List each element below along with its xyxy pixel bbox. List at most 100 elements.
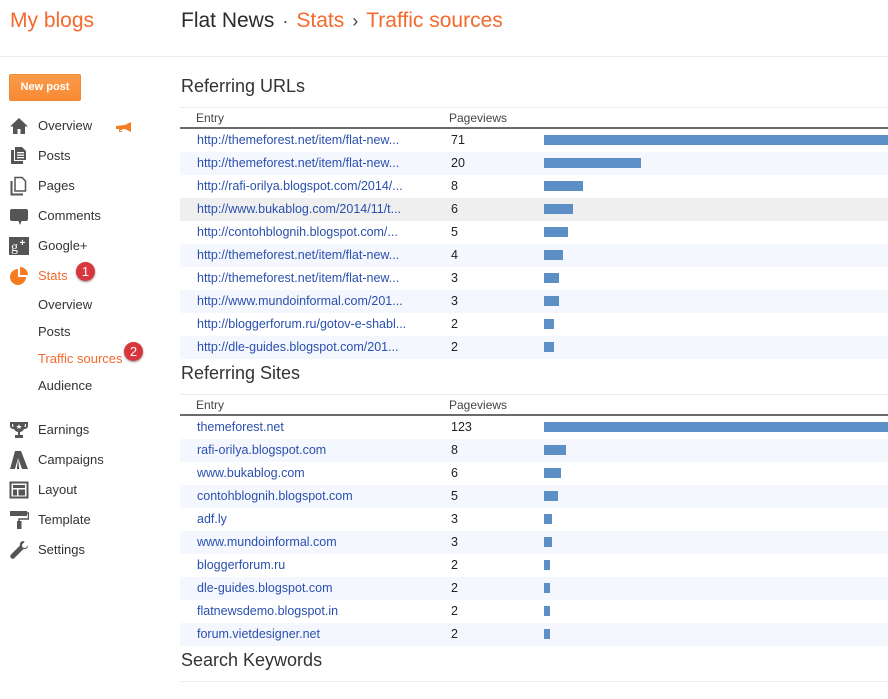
paint-roller-icon [9, 510, 29, 530]
stats-subitem-audience[interactable]: Audience [38, 376, 92, 396]
stats-subitem-overview[interactable]: Overview [38, 295, 92, 315]
megaphone-icon[interactable] [116, 121, 132, 133]
entry-link[interactable]: http://themeforest.net/item/flat-new... [197, 129, 399, 152]
entry-link[interactable]: http://themeforest.net/item/flat-new... [197, 152, 399, 175]
pageviews-bar [544, 204, 573, 214]
sidebar-item-label: Google+ [38, 238, 88, 253]
column-header-entry: Entry [196, 398, 225, 412]
table-row: http://www.bukablog.com/2014/11/t... 6 [180, 198, 888, 221]
section-title: Referring Sites [181, 363, 301, 383]
table-row: http://bloggerforum.ru/gotov-e-shabl... 2 [180, 313, 888, 336]
pageviews-value: 6 [451, 466, 458, 480]
entry-link[interactable]: http://bloggerforum.ru/gotov-e-shabl... [197, 313, 406, 336]
svg-text:+: + [20, 238, 26, 249]
pageviews-value: 3 [451, 271, 458, 285]
table-row: http://contohblognih.blogspot.com/... 5 [180, 221, 888, 244]
sidebar-item-label: Earnings [38, 422, 90, 437]
pageviews-value: 2 [451, 558, 458, 572]
referring-sites-table: Entry Pageviews themeforest.net 123 rafi-ori… [180, 394, 888, 646]
entry-link[interactable]: adf.ly [197, 508, 227, 531]
sidebar-item-layout[interactable]: Layout [0, 479, 160, 501]
breadcrumb-separator: › [352, 11, 359, 31]
main-content: Referring URLs Entry Pageviews http://theme… [180, 72, 888, 682]
referring-urls-table: Entry Pageviews http://themeforest.net/ite… [180, 107, 888, 359]
entry-link[interactable]: flatnewsdemo.blogspot.in [197, 600, 338, 623]
pageviews-bar [544, 250, 563, 260]
pageviews-value: 4 [451, 248, 458, 262]
entry-link[interactable]: rafi-orilya.blogspot.com [197, 439, 326, 462]
my-blogs-link[interactable]: My blogs [10, 8, 94, 34]
sidebar-item-settings[interactable]: Settings [0, 539, 160, 561]
entry-link[interactable]: http://themeforest.net/item/flat-new... [197, 267, 399, 290]
step-badge-2: 2 [124, 342, 143, 361]
stats-subitem-posts[interactable]: Posts [38, 322, 71, 342]
pageviews-bar [544, 319, 554, 329]
breadcrumb-traffic-sources[interactable]: Traffic sources [366, 9, 503, 32]
entry-link[interactable]: http://www.bukablog.com/2014/11/t... [197, 198, 401, 221]
entry-link[interactable]: bloggerforum.ru [197, 554, 285, 577]
sidebar-item-label: Stats [38, 268, 68, 283]
sidebar-item-campaigns[interactable]: Campaigns [0, 449, 160, 471]
pageviews-bar [544, 296, 559, 306]
table-row: http://dle-guides.blogspot.com/201... 2 [180, 336, 888, 359]
sidebar-item-label: Pages [38, 178, 75, 193]
blog-name: Flat News [181, 9, 275, 32]
column-header-pageviews: Pageviews [449, 398, 508, 412]
sidebar-item-label: Overview [38, 118, 93, 133]
entry-link[interactable]: themeforest.net [197, 416, 284, 439]
table-row: bloggerforum.ru 2 [180, 554, 888, 577]
entry-link[interactable]: http://www.mundoinformal.com/201... [197, 290, 403, 313]
comments-icon [9, 206, 29, 226]
pageviews-bar [544, 445, 566, 455]
entry-link[interactable]: http://themeforest.net/item/flat-new... [197, 244, 399, 267]
sidebar-item-earnings[interactable]: Earnings [0, 419, 160, 441]
breadcrumb-stats[interactable]: Stats [296, 9, 344, 32]
pageviews-value: 6 [451, 202, 458, 216]
pageviews-value: 2 [451, 581, 458, 595]
stats-pie-icon [9, 266, 29, 286]
new-post-button[interactable]: New post [9, 74, 81, 101]
stats-subitem-traffic-sources[interactable]: Traffic sources [38, 349, 123, 369]
pageviews-bar [544, 227, 568, 237]
pageviews-bar [544, 342, 554, 352]
pageviews-bar [544, 629, 550, 639]
entry-link[interactable]: forum.vietdesigner.net [197, 623, 320, 646]
sidebar-item-pages[interactable]: Pages [0, 175, 160, 197]
entry-link[interactable]: www.mundoinformal.com [197, 531, 337, 554]
pageviews-bar [544, 537, 552, 547]
home-icon [9, 116, 29, 136]
sidebar-item-label: Settings [38, 542, 85, 557]
pageviews-bar [544, 181, 583, 191]
pageviews-value: 2 [451, 604, 458, 618]
sidebar-item-posts[interactable]: Posts [0, 145, 160, 167]
sidebar-item-overview[interactable]: Overview [0, 115, 160, 137]
entry-link[interactable]: http://rafi-orilya.blogspot.com/2014/... [197, 175, 403, 198]
pageviews-bar [544, 491, 558, 501]
sidebar-item-comments[interactable]: Comments [0, 205, 160, 227]
section-referring-urls: Referring URLs Entry Pageviews http://theme… [180, 72, 888, 359]
pageviews-bar [544, 514, 552, 524]
table-row: adf.ly 3 [180, 508, 888, 531]
entry-link[interactable]: dle-guides.blogspot.com [197, 577, 333, 600]
entry-link[interactable]: www.bukablog.com [197, 462, 305, 485]
entry-link[interactable]: http://contohblognih.blogspot.com/... [197, 221, 398, 244]
table-header: Entry Pageviews [180, 108, 888, 129]
sidebar-item-label: Layout [38, 482, 78, 497]
pageviews-bar [544, 135, 888, 145]
google-plus-icon: g + [9, 236, 29, 256]
section-title: Search Keywords [181, 650, 323, 670]
pageviews-value: 2 [451, 627, 458, 641]
pageviews-bar [544, 273, 559, 283]
sidebar-item-label: Template [38, 512, 91, 527]
layout-icon [9, 480, 29, 500]
table-row: contohblognih.blogspot.com 5 [180, 485, 888, 508]
table-row: www.mundoinformal.com 3 [180, 531, 888, 554]
sidebar-item-google-plus[interactable]: g + Google+ [0, 235, 160, 257]
wrench-icon [9, 540, 29, 560]
campaigns-icon [9, 450, 29, 470]
pageviews-value: 20 [451, 156, 465, 170]
search-keywords-table [180, 681, 888, 682]
entry-link[interactable]: contohblognih.blogspot.com [197, 485, 353, 508]
sidebar-item-template[interactable]: Template [0, 509, 160, 531]
entry-link[interactable]: http://dle-guides.blogspot.com/201... [197, 336, 399, 359]
